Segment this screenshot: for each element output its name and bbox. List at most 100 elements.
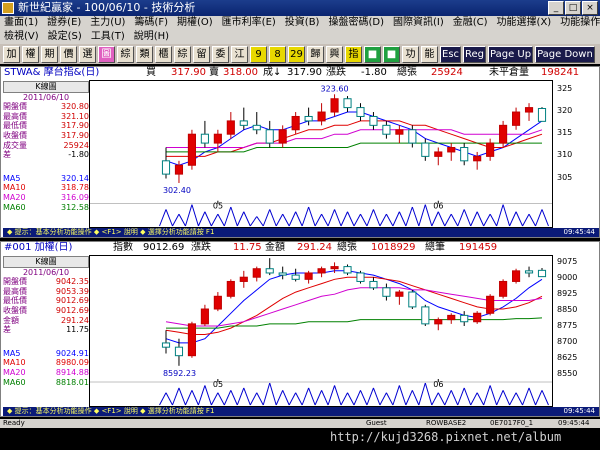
toolbar-button-16[interactable]: 歸 [307,45,324,63]
toolbar-button-2[interactable]: 期 [41,45,58,63]
panel1-y-tick-label: 305 [557,172,573,182]
panel1-info-row: 最低價 317.90 [3,121,89,131]
panel2-y-tick-label: 8925 [557,289,578,299]
menu-item-row1-4[interactable]: 期權(O) [177,16,213,30]
panel1-ma-row: MA60 312.58 [3,203,89,213]
panel1-volume-bar [184,204,193,227]
status-id: 0E7017F0_1 [490,419,534,427]
panel1-candle [278,129,287,144]
menu-item-row1-6[interactable]: 投資(B) [285,16,320,30]
panel2-volume-bar [353,390,361,406]
toolbar-button-19[interactable]: ■ [364,45,381,63]
menu-item-row1-5[interactable]: 匯市利率(E) [222,16,276,30]
panel1-time: 09:45:44 [563,228,595,236]
panel1-y-tick-label: 320 [557,106,573,116]
toolbar-button-3[interactable]: 價 [60,45,77,63]
vol-value: 25924 [431,67,463,78]
toolbar-button-5[interactable]: 圖 [98,45,115,63]
toolbar-button-26[interactable]: Page Down [535,45,595,63]
panel1-candle [537,107,547,122]
toolbar-button-11[interactable]: 委 [212,45,229,63]
status-ready: Ready [3,419,25,427]
panel1-info-value: 320.80 [61,102,89,112]
panel2-volume-bar [470,392,478,406]
menu-item-row1-10[interactable]: 功能選擇(X) [497,16,552,30]
panel1-candle [200,133,209,144]
panel2-volume-bar [347,392,355,406]
toolbar-button-24[interactable]: Reg [463,45,487,63]
toolbar-button-22[interactable]: 能 [421,45,438,63]
panel2-volume-bar [515,392,523,406]
panel1-candle [187,133,196,166]
menu-item-row1-8[interactable]: 國際資訊(I) [393,16,444,30]
minimize-icon[interactable]: _ [548,1,564,15]
panel2-y-tick-label: 8625 [557,352,578,362]
toolbar-button-10[interactable]: 留 [193,45,210,63]
panel2-candle [278,272,287,276]
toolbar-button-7[interactable]: 類 [136,45,153,63]
menu-item-row2-2[interactable]: 工具(T) [91,30,125,44]
toolbar-button-18[interactable]: 指 [345,45,362,63]
toolbar-button-8[interactable]: 櫃 [155,45,172,63]
title-bar: 新世紀贏家 - 100/06/10 - 技術分析 _ □ × [0,0,600,16]
menu-item-row1-1[interactable]: 證券(E) [47,16,81,30]
panel2-candle [161,342,171,348]
maximize-icon[interactable]: □ [565,1,581,15]
toolbar-button-14[interactable]: 8 [269,45,286,63]
toolbar-button-13[interactable]: 9 [250,45,267,63]
toolbar-button-0[interactable]: 加 [3,45,20,63]
panel1-ma-row: MA5 320.14 [3,174,89,184]
panel2-info-value: 9053.39 [55,286,89,296]
panel2-volume-bar [366,387,374,406]
panel2-x-tick-label: 05 [213,380,223,389]
vol2-value: 1018929 [371,242,416,253]
toolbar: 加權期價選圖綜類櫃綜留委江 9 8 29 歸興指 ■ ■ 功能 Esc Reg Page Up Pag… [0,44,600,64]
menu-item-row1-0[interactable]: 畫面(1) [4,16,38,30]
panel2-candle [460,314,469,323]
panel1-info-row: 收盤價 317.90 [3,131,89,141]
panel2-candle [408,291,417,308]
toolbar-button-15[interactable]: 29 [288,45,305,63]
toolbar-button-1[interactable]: 權 [22,45,39,63]
panel1-plot[interactable]: 323.60 302.40 05 06 [89,80,553,228]
panel1-volume-bar [515,211,524,227]
toolbar-button-21[interactable]: 功 [402,45,419,63]
toolbar-button-17[interactable]: 興 [326,45,343,63]
panel2-candle [356,272,365,282]
panel1-info-value: 317.90 [61,130,89,140]
menu-item-row1-7[interactable]: 操盤密碼(D) [328,16,384,30]
toolbar-button-4[interactable]: 選 [79,45,96,63]
menu-item-row1-9[interactable]: 金融(C) [453,16,488,30]
menu-item-row2-3[interactable]: 說明(H) [134,30,169,44]
panel2-candle [486,295,495,314]
panel2-candle [512,270,521,282]
menu-item-row2-0[interactable]: 檢視(V) [4,30,39,44]
menu-item-row1-2[interactable]: 主力(U) [90,16,125,30]
toolbar-button-25[interactable]: Page Up [488,45,534,63]
panel2-candle [369,280,378,289]
panel2-plot[interactable]: 9099.75 8592.23 05 06 [89,255,553,407]
panel2-volume-bar [282,390,290,406]
toolbar-button-12[interactable]: 江 [231,45,248,63]
toolbar-button-6[interactable]: 綜 [117,45,134,63]
panel2-volume-bar [457,387,465,406]
panel2-ma-key: MA20 [3,367,26,377]
menu-item-row2-1[interactable]: 設定(S) [48,30,82,44]
panel2-info-box: K線圖 2011/06/10 開盤價 9042.35 最高價 9053.39 最低價 9012… [3,256,89,387]
panel1-volume-bar [353,213,361,227]
panel1-status-text: ◆ 提示：基本分析功能操作 ◆ <F1> 說明 ◆ 選擇分析功能請按 F1 [7,228,215,236]
menu-item-row1-11[interactable]: 功能操作(F) [560,16,600,30]
toolbar-button-20[interactable]: ■ [383,45,400,63]
menu-item-row1-3[interactable]: 籌碼(F) [134,16,168,30]
panel1-volume-bar [437,211,446,227]
panel1-info-key: 收盤價 [3,130,27,140]
panel2-info-row: 開盤價 9042.35 [3,277,89,287]
panel2-candle [395,291,404,297]
close-icon[interactable]: × [582,1,598,15]
toolbar-button-23[interactable]: Esc [440,45,462,63]
panel1-ma-value: 318.78 [61,183,89,193]
panel2-info-value: 291.24 [61,315,89,325]
panel2-volume-bar [379,392,387,406]
toolbar-button-9[interactable]: 綜 [174,45,191,63]
panel2-volume-bar [172,387,180,406]
